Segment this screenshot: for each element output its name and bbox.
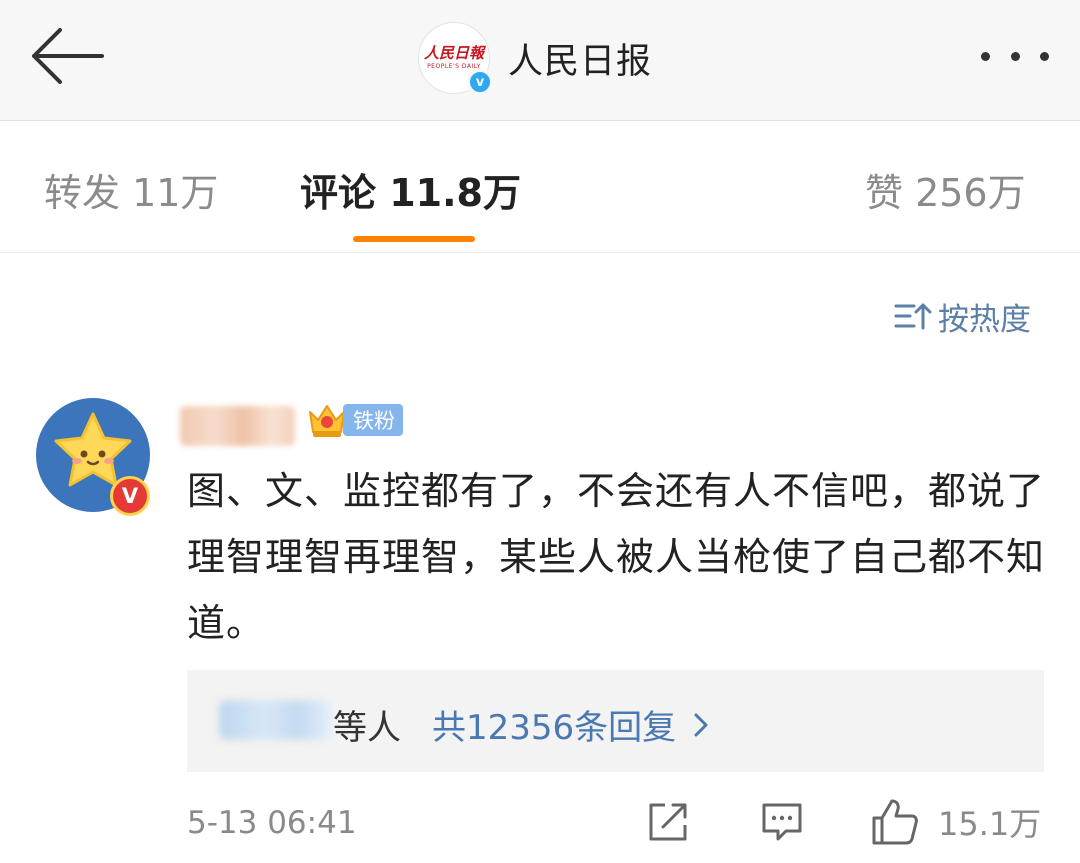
active-tab-indicator — [353, 236, 475, 242]
share-button[interactable] — [645, 799, 691, 845]
reply-suffix: 等人 — [333, 708, 401, 748]
replier-names-blurred — [219, 700, 331, 740]
comment-icon — [762, 803, 802, 841]
reply-button[interactable] — [760, 799, 804, 843]
more-icon — [1040, 51, 1049, 61]
username-blurred[interactable] — [180, 406, 295, 446]
comment-text: 图、文、监控都有了，不会还有人不信吧，都说了理智理智再理智，某些人被人当枪使了自… — [187, 469, 1046, 645]
more-button[interactable] — [975, 44, 1055, 68]
fan-badge-label: 铁粉 — [343, 404, 403, 436]
tab-bar: 转发 11万 评论 11.8万 赞 256万 — [0, 122, 1080, 253]
sort-icon — [894, 303, 932, 330]
verified-badge: V — [110, 476, 150, 516]
verified-icon: v — [467, 69, 493, 95]
back-arrow-icon — [32, 28, 104, 84]
account-avatar[interactable]: 人民日報 PEOPLE'S DAILY v — [418, 22, 493, 95]
reply-summary[interactable]: 等人 共12356条回复 — [187, 670, 1044, 772]
page-title: 人民日报 — [508, 41, 653, 82]
sort-label: 按热度 — [938, 301, 1031, 338]
more-icon — [1010, 51, 1020, 61]
top-bar: 人民日報 PEOPLE'S DAILY v 人民日报 — [0, 0, 1080, 121]
more-icon — [981, 51, 990, 61]
like-icon — [872, 799, 918, 845]
chevron-right-icon — [694, 713, 708, 736]
account-header[interactable]: 人民日報 PEOPLE'S DAILY v 人民日报 — [418, 20, 652, 96]
comment-timestamp: 5-13 06:41 — [187, 805, 357, 841]
sort-button[interactable]: 按热度 — [894, 296, 1031, 338]
tab-likes[interactable]: 赞 256万 — [865, 162, 1026, 217]
share-icon — [649, 803, 687, 841]
reply-count-label: 共12356条回复 — [432, 708, 677, 748]
like-button[interactable]: 15.1万 — [870, 797, 1041, 847]
logo-text: 人民日報 — [423, 44, 484, 62]
like-count: 15.1万 — [938, 805, 1042, 843]
view-replies-link[interactable]: 共12356条回复 — [432, 700, 708, 749]
tab-reposts[interactable]: 转发 11万 — [44, 162, 218, 217]
fan-badge[interactable]: 铁粉 — [305, 398, 403, 442]
back-button[interactable] — [28, 24, 108, 88]
tab-comments[interactable]: 评论 11.8万 — [300, 162, 521, 217]
